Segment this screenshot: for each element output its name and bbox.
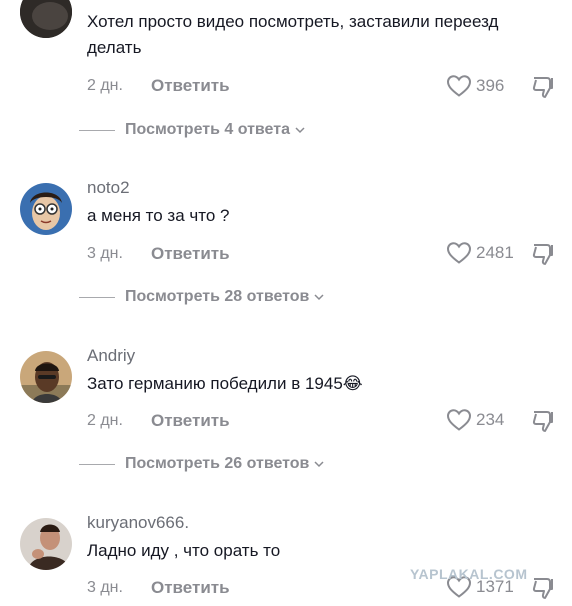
comment-text: Хотел просто видео посмотреть, заставили… <box>87 12 499 57</box>
comment-username[interactable]: Andriy <box>87 346 135 366</box>
divider <box>79 463 115 465</box>
view-replies-button[interactable]: Посмотреть 4 ответа <box>79 121 306 139</box>
heart-outline-icon <box>446 242 472 264</box>
like-count: 234 <box>476 410 505 429</box>
comment-time: 3 дн. <box>87 579 123 596</box>
comment-time: 2 дн. <box>87 412 123 429</box>
reply-button[interactable]: Ответить <box>151 578 230 598</box>
watermark: YAPLAKAL.COM <box>410 566 528 582</box>
avatar[interactable] <box>20 0 72 38</box>
thumbs-down-icon[interactable] <box>530 575 556 601</box>
avatar[interactable] <box>20 518 72 570</box>
like-button[interactable]: 396 <box>446 74 504 98</box>
like-button[interactable]: 234 <box>446 408 504 432</box>
thumbs-down-icon[interactable] <box>530 241 556 267</box>
like-button[interactable]: 2481 <box>446 241 514 265</box>
divider <box>79 129 115 131</box>
reply-button[interactable]: Ответить <box>151 76 230 96</box>
comment-text: а меня то за что ? <box>87 206 230 225</box>
chevron-down-icon <box>314 461 324 468</box>
comment-username[interactable]: noto2 <box>87 178 130 198</box>
avatar[interactable] <box>20 351 72 403</box>
comment-username[interactable]: kuryanov666. <box>87 513 189 533</box>
comment-time: 2 дн. <box>87 77 123 94</box>
comment-text: Ладно иду , что орать то <box>87 541 281 560</box>
view-replies-button[interactable]: Посмотреть 26 ответов <box>79 455 325 473</box>
heart-outline-icon <box>446 409 472 431</box>
reply-button[interactable]: Ответить <box>151 244 230 264</box>
comment-text: Зато германию победили в 1945😂 <box>87 374 363 393</box>
view-replies-label: Посмотреть 4 ответа <box>125 121 290 138</box>
view-replies-label: Посмотреть 28 ответов <box>125 288 310 305</box>
view-replies-button[interactable]: Посмотреть 28 ответов <box>79 288 325 306</box>
like-count: 2481 <box>476 243 514 262</box>
thumbs-down-icon[interactable] <box>530 408 556 434</box>
heart-outline-icon <box>446 75 472 97</box>
thumbs-down-icon[interactable] <box>530 74 556 100</box>
chevron-down-icon <box>314 294 324 301</box>
view-replies-label: Посмотреть 26 ответов <box>125 455 310 472</box>
divider <box>79 296 115 298</box>
reply-button[interactable]: Ответить <box>151 411 230 431</box>
like-count: 396 <box>476 76 505 95</box>
comment-time: 3 дн. <box>87 245 123 262</box>
chevron-down-icon <box>295 127 305 134</box>
avatar[interactable] <box>20 183 72 235</box>
